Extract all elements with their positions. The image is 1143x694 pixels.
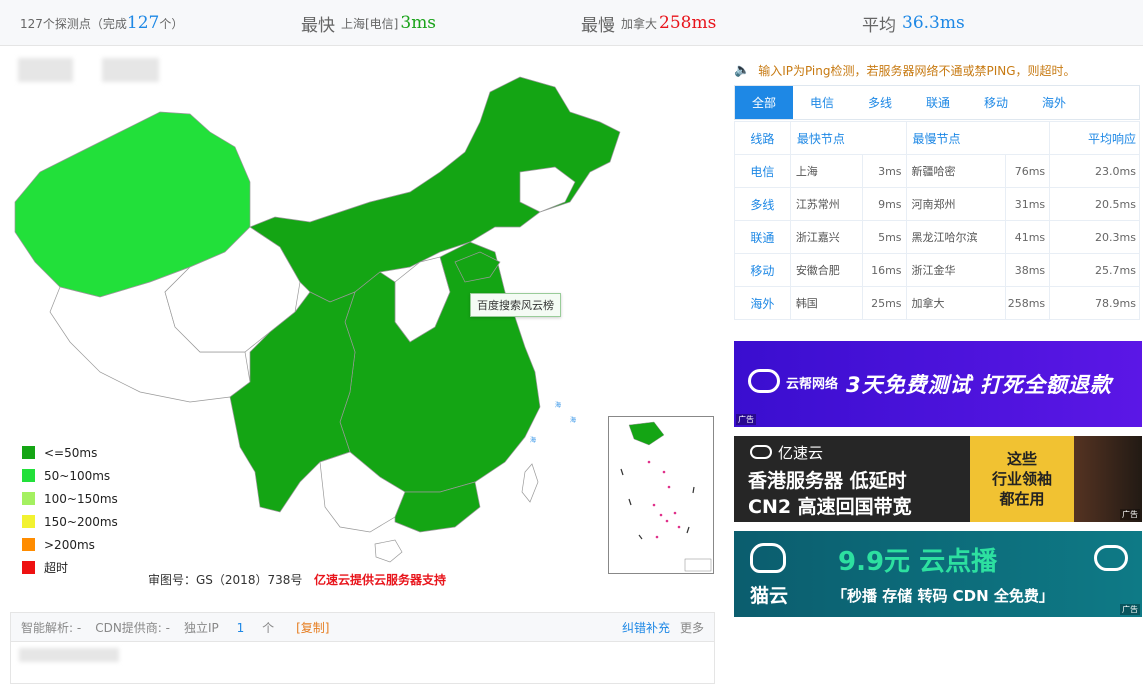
- legend-swatch: [22, 561, 35, 574]
- tab-overseas[interactable]: 海外: [1025, 86, 1083, 119]
- dns-info: 智能解析: -: [21, 620, 82, 635]
- cloud-logo-icon: [748, 369, 780, 393]
- cdn-info: CDN提供商: -: [95, 620, 170, 635]
- region-taiwan: [521, 463, 539, 503]
- report-link[interactable]: 纠错补充: [622, 619, 670, 636]
- ad-tag: 广告: [1120, 509, 1140, 520]
- cat-logo-icon: [750, 543, 786, 573]
- legend-swatch: [22, 469, 35, 482]
- tab-all[interactable]: 全部: [735, 86, 793, 119]
- legend-swatch: [22, 515, 35, 528]
- table-row: 海外 韩国 25ms 加拿大 258ms 78.9ms: [734, 286, 1140, 320]
- legend-swatch: [22, 492, 35, 505]
- svg-text:海: 海: [530, 436, 536, 444]
- ad-brand: 亿速云: [778, 444, 824, 462]
- ad-headline: 9.9元 云点播: [838, 547, 998, 577]
- table-row: 移动 安徽合肥 16ms 浙江金华 38ms 25.7ms: [734, 253, 1140, 287]
- fastest-stat: 最快 上海[电信] 3ms: [301, 13, 437, 36]
- legend-item: 150~200ms: [22, 510, 118, 533]
- domain-info-bar: 智能解析: - CDN提供商: - 独立IP 1 个 [复制] 纠错补充 更多: [10, 612, 715, 642]
- blurred-content: [19, 648, 119, 662]
- tab-unicom[interactable]: 联通: [909, 86, 967, 119]
- slowest-stat: 最慢 加拿大 258ms: [581, 13, 717, 36]
- region-hainan: [374, 539, 403, 563]
- table-row: 电信 上海 3ms 新疆哈密 76ms 23.0ms: [734, 154, 1140, 188]
- ad-sub: 「秒播 存储 转码 CDN 全免费」: [832, 587, 1054, 605]
- copy-button[interactable]: [复制]: [296, 619, 329, 636]
- tab-multiline[interactable]: 多线: [851, 86, 909, 119]
- isp-tabs: 全部 电信 多线 联通 移动 海外: [734, 85, 1140, 120]
- isp-stats-table: 线路 最快节点 最慢节点 平均响应 电信 上海 3ms 新疆哈密 76ms 23.0…: [734, 121, 1140, 320]
- legend-item: 100~150ms: [22, 487, 118, 510]
- tab-mobile[interactable]: 移动: [967, 86, 1025, 119]
- map-legend: <=50ms 50~100ms 100~150ms 150~200ms >200…: [22, 441, 118, 579]
- svg-text:海: 海: [570, 416, 576, 424]
- legend-item: <=50ms: [22, 441, 118, 464]
- ad-line-2: CN2 高速回国带宽: [748, 496, 912, 518]
- average-stat: 平均 36.3ms: [862, 13, 965, 36]
- sponsor-link[interactable]: 亿速云提供云服务器支持: [314, 571, 446, 588]
- legend-item: 50~100ms: [22, 464, 118, 487]
- speaker-icon: 🔈: [734, 63, 751, 78]
- probe-count: 127个探测点（完成 127 个）: [20, 13, 184, 33]
- map-tooltip: 百度搜索风云榜: [470, 293, 561, 317]
- ad-side-panel: 这些 行业领袖 都在用: [970, 436, 1074, 522]
- ad-slogan: 3天免费测试 打死全额退款: [846, 373, 1112, 397]
- ad-brand: 猫云: [750, 585, 789, 607]
- table-row: 联通 浙江嘉兴 5ms 黑龙江哈尔滨 41ms 20.3ms: [734, 220, 1140, 254]
- legend-item: 超时: [22, 556, 118, 579]
- ping-notice: 🔈 输入IP为Ping检测，若服务器网络不通或禁PING，则超时。: [734, 63, 1076, 78]
- legend-item: >200ms: [22, 533, 118, 556]
- south-china-sea-inset: [608, 416, 714, 574]
- ad-tag: 广告: [736, 414, 756, 425]
- cloud-logo-icon: [750, 445, 772, 459]
- info-body: [10, 642, 715, 684]
- svg-text:海: 海: [555, 401, 561, 409]
- ad-brand: 云帮网络: [786, 377, 839, 392]
- legend-swatch: [22, 538, 35, 551]
- legend-swatch: [22, 446, 35, 459]
- map-approval-number: 审图号：GS（2018）738号: [148, 573, 303, 587]
- tab-telecom[interactable]: 电信: [793, 86, 851, 119]
- ad-banner-yunbang[interactable]: 云帮网络 3天免费测试 打死全额退款 广告: [734, 341, 1142, 427]
- summary-bar: 127个探测点（完成 127 个） 最快 上海[电信] 3ms 最慢 加拿大 2…: [0, 0, 1143, 46]
- table-row: 多线 江苏常州 9ms 河南郑州 31ms 20.5ms: [734, 187, 1140, 221]
- ad-banner-yisuyun[interactable]: 亿速云 香港服务器 低延时 CN2 高速回国带宽 这些 行业领袖 都在用 广告: [734, 436, 1142, 522]
- ad-banner-maoyun[interactable]: 猫云 9.9元 云点播 「秒播 存储 转码 CDN 全免费」 广告: [734, 531, 1142, 617]
- ad-tag: 广告: [1120, 604, 1140, 615]
- ip-info: 独立IP 1 个: [184, 620, 275, 635]
- inset-map: [620, 421, 712, 572]
- play-icon: [1094, 545, 1128, 571]
- table-header: 线路 最快节点 最慢节点 平均响应: [734, 121, 1140, 155]
- ad-line-1: 香港服务器 低延时: [748, 470, 907, 492]
- more-link[interactable]: 更多: [680, 619, 704, 636]
